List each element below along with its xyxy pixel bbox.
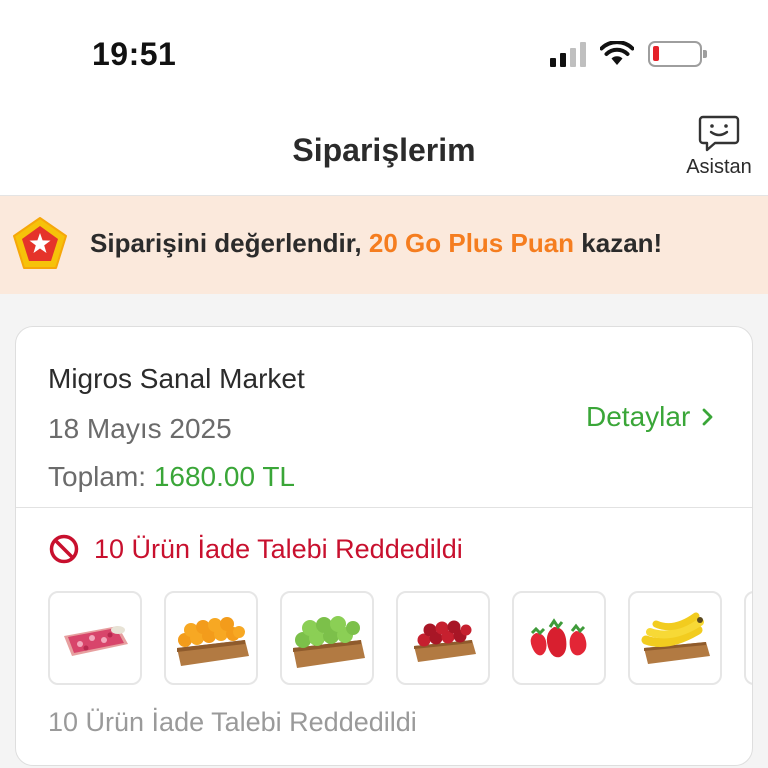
promo-text: Siparişini değerlendir, 20 Go Plus Puan … — [90, 228, 662, 259]
order-total-value: 1680.00 TL — [153, 461, 295, 492]
wifi-icon — [600, 41, 634, 65]
promo-points-highlight: 20 Go Plus Puan — [368, 228, 575, 258]
product-thumb-red-apples[interactable] — [396, 591, 490, 685]
refund-footer-text: 10 Ürün İade Talebi Reddedildi — [48, 707, 417, 737]
navigation-bar: Siparişlerim Asistan — [0, 104, 768, 196]
assistant-button[interactable]: Asistan — [680, 114, 758, 179]
order-total: Toplam: 1680.00 TL — [48, 461, 295, 493]
product-thumbnails — [48, 591, 752, 685]
order-card[interactable]: Migros Sanal Market 18 Mayıs 2025 Toplam… — [15, 326, 753, 766]
ground-meat-icon — [64, 626, 128, 656]
rating-promo-banner[interactable]: Siparişini değerlendir, 20 Go Plus Puan … — [0, 196, 768, 294]
promo-text-suffix: kazan! — [574, 228, 663, 258]
bananas-crate-icon — [641, 612, 710, 664]
refund-status: 10 Ürün İade Talebi Reddedildi — [48, 533, 463, 565]
green-apples-crate-icon — [293, 616, 365, 668]
assistant-label: Asistan — [686, 156, 752, 178]
battery-level — [653, 46, 659, 61]
star-badge-icon — [13, 217, 67, 269]
prohibited-icon — [49, 534, 79, 564]
status-icons — [550, 38, 707, 70]
product-thumb-bananas[interactable] — [628, 591, 722, 685]
strawberries-icon — [530, 618, 587, 658]
battery-low-icon — [648, 41, 707, 67]
card-divider — [16, 507, 752, 508]
refund-status-text: 10 Ürün İade Talebi Reddedildi — [94, 533, 463, 564]
details-link[interactable]: Detaylar — [586, 401, 714, 433]
chat-assistant-icon — [698, 115, 740, 152]
details-label: Detaylar — [586, 401, 691, 432]
promo-text-prefix: Siparişini değerlendir, — [90, 228, 369, 258]
status-bar: 19:51 — [0, 0, 768, 104]
order-total-label: Toplam: — [48, 461, 154, 492]
store-name: Migros Sanal Market — [48, 363, 305, 394]
cellular-signal-icon — [550, 41, 586, 67]
product-thumb-oranges[interactable] — [164, 591, 258, 685]
status-time: 19:51 — [92, 36, 177, 72]
order-date: 18 Mayıs 2025 — [48, 413, 232, 444]
page-title: Siparişlerim — [292, 132, 476, 168]
oranges-crate-icon — [177, 617, 249, 666]
product-thumb-green-apples[interactable] — [280, 591, 374, 685]
product-thumb-ground-meat[interactable] — [48, 591, 142, 685]
product-thumb-strawberries[interactable] — [512, 591, 606, 685]
product-thumb-partial[interactable] — [744, 591, 752, 685]
chevron-right-icon — [702, 408, 713, 426]
red-apples-crate-icon — [414, 620, 476, 662]
